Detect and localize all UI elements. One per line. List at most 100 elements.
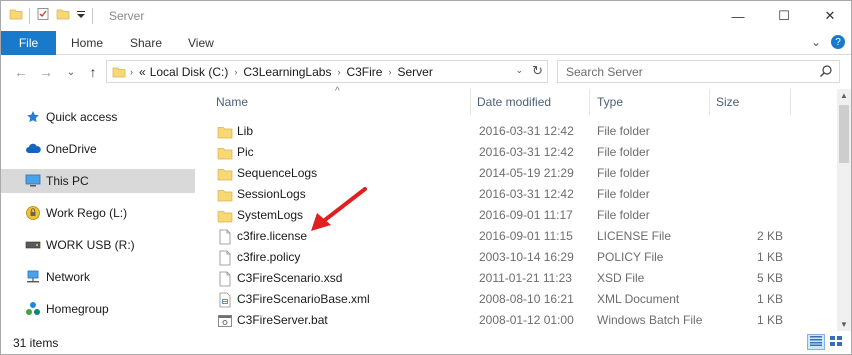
file-name: c3fire.policy: [237, 250, 301, 264]
folder-icon: [217, 208, 233, 224]
breadcrumb-server[interactable]: Server: [395, 65, 434, 79]
file-type: POLICY File: [597, 250, 664, 264]
chevron-down-icon[interactable]: ⌄: [515, 65, 523, 76]
column-divider[interactable]: [790, 89, 791, 115]
tab-file[interactable]: File: [1, 31, 56, 55]
column-header-name[interactable]: Name: [216, 95, 248, 109]
back-button[interactable]: ←: [13, 64, 29, 80]
search-icon[interactable]: [819, 64, 833, 81]
vertical-scrollbar[interactable]: ▲ ▼: [837, 89, 851, 331]
sidebar-item-onedrive[interactable]: OneDrive: [1, 137, 195, 161]
file-date: 2016-03-31 12:42: [479, 124, 574, 138]
column-header-type[interactable]: Type: [597, 95, 623, 109]
new-folder-icon[interactable]: [56, 7, 70, 24]
customize-toolbar-icon[interactable]: [76, 7, 86, 24]
file-row-lib[interactable]: Lib 2016-03-31 12:42 File folder: [199, 121, 837, 142]
breadcrumb-separator[interactable]: ›: [230, 67, 241, 77]
file-row-systemlogs[interactable]: SystemLogs 2016-09-01 11:17 File folder: [199, 205, 837, 226]
properties-icon[interactable]: [36, 7, 50, 24]
document-icon: [217, 229, 233, 245]
column-divider[interactable]: [709, 89, 710, 115]
computer-icon: [25, 173, 41, 189]
sidebar-item-label: Work Rego (L:): [46, 206, 128, 220]
file-date: 2008-01-12 01:00: [479, 313, 574, 327]
maximize-button[interactable]: ☐: [761, 1, 807, 31]
scrollbar-thumb[interactable]: [839, 105, 849, 163]
file-row-sessionlogs[interactable]: SessionLogs 2016-03-31 12:42 File folder: [199, 184, 837, 205]
column-header-size[interactable]: Size: [716, 95, 739, 109]
breadcrumb-local-disk[interactable]: Local Disk (C:): [148, 65, 231, 79]
sidebar-item-this-pc[interactable]: This PC: [1, 169, 195, 193]
file-name: SystemLogs: [237, 208, 304, 222]
column-divider[interactable]: [470, 89, 471, 115]
file-row-c3fire-license[interactable]: c3fire.license 2016-09-01 11:15 LICENSE …: [199, 226, 837, 247]
breadcrumb-c3learninglabs[interactable]: C3LearningLabs: [241, 65, 333, 79]
tab-home[interactable]: Home: [71, 31, 103, 55]
breadcrumb-separator[interactable]: ›: [384, 67, 395, 77]
column-header-date-modified[interactable]: Date modified: [477, 95, 551, 109]
annotation-arrow-icon: [311, 187, 367, 231]
file-row-c3fireserver-bat[interactable]: C3FireServer.bat 2008-01-12 01:00 Window…: [199, 310, 837, 331]
file-row-pic[interactable]: Pic 2016-03-31 12:42 File folder: [199, 142, 837, 163]
sidebar-item-work-rego[interactable]: Work Rego (L:): [1, 201, 195, 225]
status-bar: 31 items: [1, 331, 851, 354]
file-row-c3firescenariobase-xml[interactable]: C3FireScenarioBase.xml 2008-08-10 16:21 …: [199, 289, 837, 310]
ribbon-controls: ⌄ ?: [811, 35, 845, 49]
column-divider[interactable]: [589, 89, 590, 115]
tab-share[interactable]: Share: [130, 31, 162, 55]
sidebar-item-label: This PC: [46, 174, 89, 188]
file-row-c3firescenario-xsd[interactable]: C3FireScenario.xsd 2011-01-21 11:23 XSD …: [199, 268, 837, 289]
search-input[interactable]: [558, 64, 808, 79]
document-icon: [217, 271, 233, 287]
expand-ribbon-icon[interactable]: ⌄: [811, 35, 821, 49]
address-bar[interactable]: › « Local Disk (C:) › C3LearningLabs › C…: [106, 60, 548, 83]
details-view-icon: [810, 335, 822, 349]
file-row-c3fire-policy[interactable]: c3fire.policy 2003-10-14 16:29 POLICY Fi…: [199, 247, 837, 268]
sidebar-item-label: WORK USB (R:): [46, 238, 135, 252]
file-size: 2 KB: [756, 229, 783, 243]
sidebar-item-label: Homegroup: [46, 302, 109, 316]
file-date: 2016-09-01 11:15: [479, 229, 573, 243]
details-view-button[interactable]: [807, 334, 825, 350]
sidebar-item-work-usb[interactable]: WORK USB (R:): [1, 233, 195, 257]
file-type: XML Document: [597, 292, 680, 306]
ribbon-tabs: File Home Share View ⌄ ?: [1, 31, 851, 55]
sidebar-item-label: Quick access: [46, 110, 118, 124]
scroll-up-icon[interactable]: ▲: [840, 91, 848, 100]
help-icon[interactable]: ?: [831, 35, 845, 49]
breadcrumb-separator: ›: [130, 66, 133, 77]
file-type: File folder: [597, 124, 650, 138]
large-icons-view-button[interactable]: [827, 334, 845, 350]
search-box: [557, 60, 840, 83]
up-arrow-icon: ↑: [89, 64, 97, 80]
recent-locations-button[interactable]: ⌄: [63, 64, 79, 80]
up-button[interactable]: ↑: [85, 64, 101, 80]
breadcrumb-overflow[interactable]: «: [137, 65, 148, 79]
file-row-sequencelogs[interactable]: SequenceLogs 2014-05-19 21:29 File folde…: [199, 163, 837, 184]
file-name: Lib: [237, 124, 254, 138]
minimize-button[interactable]: —: [715, 1, 761, 31]
refresh-icon[interactable]: ↻: [532, 63, 543, 79]
breadcrumb-c3fire[interactable]: C3Fire: [344, 65, 384, 79]
file-date: 2014-05-19 21:29: [479, 166, 574, 180]
sidebar-item-quick-access[interactable]: Quick access: [1, 105, 195, 129]
usb-drive-icon: [25, 237, 41, 253]
breadcrumb-separator[interactable]: ›: [333, 67, 344, 77]
scroll-down-icon[interactable]: ▼: [840, 320, 848, 329]
minimize-icon: —: [731, 8, 745, 24]
sidebar-item-network[interactable]: Network: [1, 265, 195, 289]
homegroup-icon: [25, 301, 41, 317]
sidebar-item-label: Network: [46, 270, 91, 284]
sidebar-item-homegroup[interactable]: Homegroup: [1, 297, 195, 321]
close-icon: ✕: [824, 8, 836, 23]
maximize-icon: ☐: [778, 8, 790, 23]
tab-view[interactable]: View: [188, 31, 214, 55]
file-name: C3FireScenario.xsd: [237, 271, 343, 285]
close-button[interactable]: ✕: [807, 1, 852, 31]
batch-file-icon: [217, 313, 233, 329]
sort-ascending-icon: ^: [335, 86, 340, 97]
back-arrow-icon: ←: [14, 64, 28, 80]
file-type: File folder: [597, 208, 650, 222]
file-name: c3fire.license: [237, 229, 308, 243]
forward-button[interactable]: →: [38, 64, 54, 80]
